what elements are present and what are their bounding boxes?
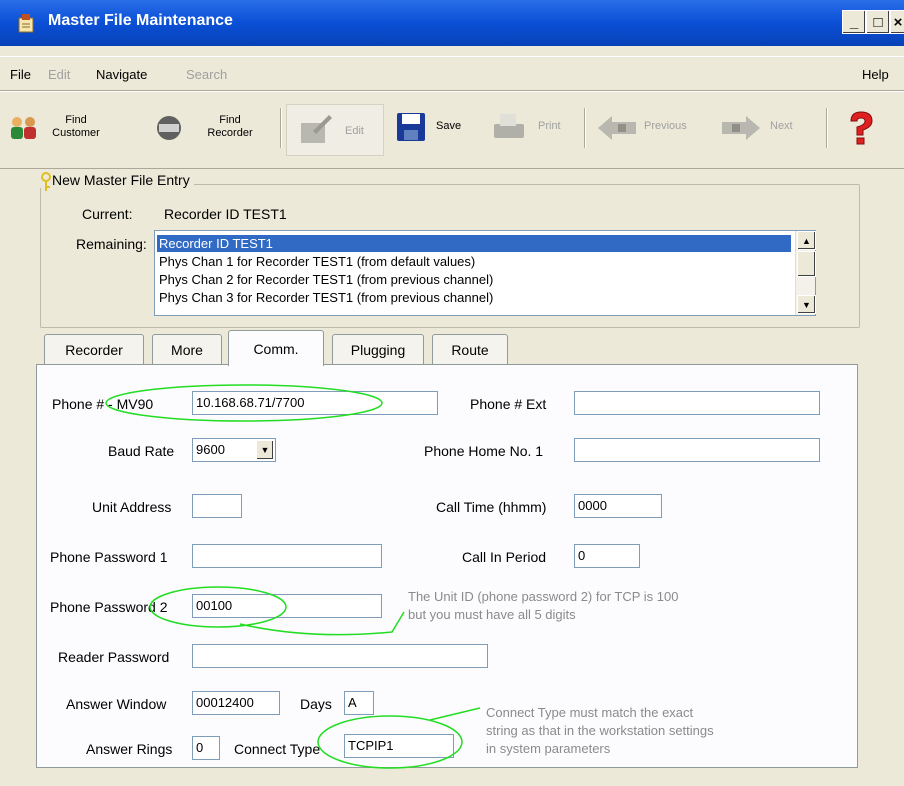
remaining-label: Remaining: xyxy=(76,236,147,252)
menu-edit[interactable]: Edit xyxy=(48,67,70,82)
list-item[interactable]: Recorder ID TEST1 xyxy=(157,235,791,252)
unit-id-note-line-1: The Unit ID (phone password 2) for TCP i… xyxy=(408,589,679,604)
phone-mv90-input[interactable]: 10.168.68.71/7700 xyxy=(192,391,438,415)
call-in-period-input[interactable]: 0 xyxy=(574,544,640,568)
next-label: Next xyxy=(770,120,793,132)
floppy-disk-icon xyxy=(397,113,425,141)
previous-button[interactable]: Previous xyxy=(598,108,708,148)
title-bar[interactable]: Master File Maintenance _ □ × xyxy=(0,0,904,46)
next-arrow-icon xyxy=(722,116,760,140)
previous-label: Previous xyxy=(644,120,687,132)
baud-rate-value: 9600 xyxy=(196,442,225,457)
previous-arrow-icon xyxy=(598,116,636,140)
find-recorder-label-2: Recorder xyxy=(207,127,253,139)
help-question-icon[interactable] xyxy=(846,110,876,146)
list-item[interactable]: Phys Chan 3 for Recorder TEST1 (from pre… xyxy=(157,289,495,306)
recorder-icon xyxy=(157,116,181,140)
tab-route[interactable]: Route xyxy=(432,334,508,364)
connect-type-note: Connect Type must match the exact string… xyxy=(486,704,714,758)
phone-password1-label: Phone Password 1 xyxy=(50,549,168,565)
save-label: Save xyxy=(436,120,462,132)
reader-password-input[interactable] xyxy=(192,644,488,668)
tab-comm[interactable]: Comm. xyxy=(228,330,324,366)
phone-password2-label: Phone Password 2 xyxy=(50,599,168,615)
unit-id-note-line-2: but you must have all 5 digits xyxy=(408,607,576,622)
baud-rate-select[interactable]: 9600 ▼ xyxy=(192,438,276,462)
connect-type-note-line-2: string as that in the workstation settin… xyxy=(486,723,714,738)
window-title: Master File Maintenance xyxy=(48,12,233,29)
app-icon xyxy=(18,14,34,33)
scroll-thumb[interactable] xyxy=(797,251,816,277)
phone-password1-input[interactable] xyxy=(192,544,382,568)
current-label: Current: xyxy=(82,206,133,222)
phone-mv90-label: Phone # - MV90 xyxy=(52,396,154,412)
find-customer-label-2: Customer xyxy=(52,127,100,139)
minimize-button[interactable]: _ xyxy=(842,10,866,34)
people-icon xyxy=(11,117,36,139)
key-icon xyxy=(41,172,51,191)
tab-plugging[interactable]: Plugging xyxy=(332,334,424,364)
connect-type-label: Connect Type xyxy=(234,741,321,757)
list-item[interactable]: Phys Chan 2 for Recorder TEST1 (from pre… xyxy=(157,271,495,288)
print-label: Print xyxy=(538,120,561,132)
edit-label: Edit xyxy=(345,125,364,137)
find-customer-label-1: Find xyxy=(65,114,87,126)
days-label: Days xyxy=(300,696,332,712)
printer-icon xyxy=(494,114,524,138)
connect-type-note-line-1: Connect Type must match the exact xyxy=(486,705,694,720)
connect-type-input[interactable]: TCPIP1 xyxy=(344,734,454,758)
tab-more[interactable]: More xyxy=(152,334,222,364)
call-in-period-label: Call In Period xyxy=(462,549,547,565)
menu-search[interactable]: Search xyxy=(186,67,227,82)
new-entry-group-header: New Master File Entry xyxy=(40,172,194,191)
group-title: New Master File Entry xyxy=(52,172,190,188)
close-button[interactable]: × xyxy=(890,10,904,34)
answer-window-label: Answer Window xyxy=(66,696,167,712)
find-recorder-button[interactable]: Find Recorder xyxy=(148,108,268,148)
menu-help[interactable]: Help xyxy=(862,67,889,82)
unit-address-input[interactable] xyxy=(192,494,242,518)
edit-button[interactable]: Edit xyxy=(286,104,384,156)
reader-password-label: Reader Password xyxy=(58,649,170,665)
save-button[interactable]: Save xyxy=(394,108,478,148)
listbox-scrollbar[interactable]: ▲ ▼ xyxy=(795,231,816,315)
answer-window-input[interactable]: 00012400 xyxy=(192,691,280,715)
list-item[interactable]: Phys Chan 1 for Recorder TEST1 (from def… xyxy=(157,253,477,270)
phone-ext-input[interactable] xyxy=(574,391,820,415)
edit-icon xyxy=(301,115,332,143)
dropdown-arrow-icon[interactable]: ▼ xyxy=(256,440,274,460)
menu-file[interactable]: File xyxy=(10,67,31,82)
menu-navigate[interactable]: Navigate xyxy=(96,67,147,82)
phone-home-input[interactable] xyxy=(574,438,820,462)
days-input[interactable]: A xyxy=(344,691,374,715)
remaining-listbox[interactable]: Recorder ID TEST1 Phys Chan 1 for Record… xyxy=(154,230,816,316)
baud-rate-label: Baud Rate xyxy=(108,443,175,459)
connect-type-note-line-3: in system parameters xyxy=(486,741,611,756)
tab-recorder[interactable]: Recorder xyxy=(44,334,144,364)
scroll-up-icon[interactable]: ▲ xyxy=(797,231,816,250)
unit-address-label: Unit Address xyxy=(92,499,172,515)
answer-rings-label: Answer Rings xyxy=(86,741,173,757)
next-button[interactable]: Next xyxy=(720,108,810,148)
print-button[interactable]: Print xyxy=(490,108,574,148)
current-value: Recorder ID TEST1 xyxy=(164,206,287,222)
phone-home-label: Phone Home No. 1 xyxy=(424,443,544,459)
call-time-input[interactable]: 0000 xyxy=(574,494,662,518)
unit-id-note: The Unit ID (phone password 2) for TCP i… xyxy=(408,588,678,624)
call-time-label: Call Time (hhmm) xyxy=(436,499,547,515)
phone-ext-label: Phone # Ext xyxy=(470,396,547,412)
phone-password2-input[interactable]: 00100 xyxy=(192,594,382,618)
find-customer-button[interactable]: Find Customer xyxy=(6,108,110,148)
find-recorder-label-1: Find xyxy=(219,114,241,126)
menu-bar: File Edit Navigate Search Help xyxy=(0,62,904,88)
toolbar: Find Customer Find Recorder Edit Save Pr… xyxy=(0,94,904,166)
answer-rings-input[interactable]: 0 xyxy=(192,736,220,760)
maximize-button[interactable]: □ xyxy=(866,10,890,34)
scroll-down-icon[interactable]: ▼ xyxy=(797,295,816,314)
